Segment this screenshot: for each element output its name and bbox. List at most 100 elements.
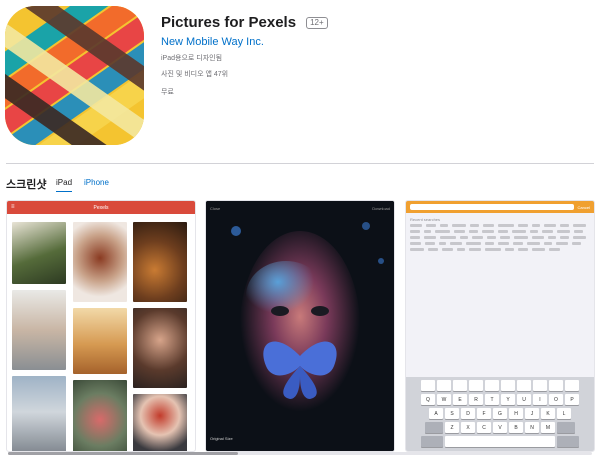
keyboard-key-m[interactable]: M — [541, 422, 555, 433]
shift-key[interactable] — [425, 422, 443, 433]
keyboard-key-a[interactable]: A — [429, 408, 443, 419]
suggestion-item[interactable] — [518, 224, 528, 227]
tab-ipad[interactable]: iPad — [56, 178, 73, 192]
suggestion-item[interactable] — [556, 242, 568, 245]
suggestion-item[interactable] — [527, 242, 540, 245]
numbers-key[interactable] — [421, 436, 443, 447]
suggestion-item[interactable] — [469, 248, 481, 251]
backspace-key[interactable] — [557, 422, 575, 433]
suggestion-item[interactable] — [573, 224, 586, 227]
keyboard-key-s[interactable]: S — [445, 408, 459, 419]
suggestion-item[interactable] — [469, 230, 478, 233]
suggestion-item[interactable] — [424, 230, 431, 233]
suggestion-item[interactable] — [410, 236, 420, 239]
suggestion-item[interactable] — [466, 242, 481, 245]
suggestion-item[interactable] — [424, 236, 436, 239]
keyboard-key-p[interactable]: P — [565, 394, 579, 405]
keyboard-key-o[interactable]: O — [549, 394, 563, 405]
cancel-button[interactable]: Cancel — [578, 205, 590, 210]
keyboard-key-v[interactable]: V — [493, 422, 507, 433]
suggestion-item[interactable] — [514, 236, 528, 239]
keyboard-key-q[interactable]: Q — [421, 394, 435, 405]
suggestion-item[interactable] — [440, 224, 448, 227]
keyboard-key[interactable] — [421, 380, 435, 391]
keyboard-key-i[interactable]: I — [533, 394, 547, 405]
close-button[interactable]: Close — [210, 206, 220, 211]
keyboard-key-b[interactable]: B — [509, 422, 523, 433]
suggestion-item[interactable] — [572, 242, 581, 245]
screenshot-1[interactable]: ≡ Pexels — [6, 200, 196, 452]
keyboard-key[interactable] — [549, 380, 563, 391]
suggestion-item[interactable] — [530, 230, 538, 233]
suggestion-item[interactable] — [560, 236, 569, 239]
suggestion-item[interactable] — [410, 224, 422, 227]
suggestion-item[interactable] — [512, 230, 526, 233]
developer-link[interactable]: New Mobile Way Inc. — [161, 36, 264, 48]
keyboard-key-u[interactable]: U — [517, 394, 531, 405]
tab-iphone[interactable]: iPhone — [84, 178, 109, 192]
suggestion-item[interactable] — [498, 230, 508, 233]
horizontal-scrollbar[interactable] — [8, 452, 592, 455]
suggestion-item[interactable] — [505, 248, 514, 251]
suggestion-item[interactable] — [410, 242, 421, 245]
keyboard-key-f[interactable]: F — [477, 408, 491, 419]
suggestion-item[interactable] — [500, 236, 510, 239]
suggestion-item[interactable] — [573, 236, 586, 239]
keyboard-key-l[interactable]: L — [557, 408, 571, 419]
suggestion-item[interactable] — [442, 248, 453, 251]
keyboard-key[interactable] — [565, 380, 579, 391]
space-key[interactable] — [445, 436, 555, 447]
keyboard-key-g[interactable]: G — [493, 408, 507, 419]
keyboard-key-e[interactable]: E — [453, 394, 467, 405]
keyboard-key-t[interactable]: T — [485, 394, 499, 405]
search-input[interactable] — [410, 204, 574, 210]
suggestion-item[interactable] — [472, 236, 483, 239]
keyboard-key-k[interactable]: K — [541, 408, 555, 419]
suggestion-item[interactable] — [560, 224, 569, 227]
keyboard-key-r[interactable]: R — [469, 394, 483, 405]
keyboard-key[interactable] — [533, 380, 547, 391]
suggestion-item[interactable] — [532, 248, 545, 251]
suggestion-item[interactable] — [487, 236, 496, 239]
suggestion-item[interactable] — [457, 248, 465, 251]
suggestion-item[interactable] — [460, 236, 468, 239]
screenshot-2[interactable]: Close Download Original Size — [205, 200, 395, 452]
keyboard-key-d[interactable]: D — [461, 408, 475, 419]
suggestion-item[interactable] — [440, 236, 456, 239]
suggestion-item[interactable] — [542, 230, 553, 233]
suggestion-item[interactable] — [482, 230, 494, 233]
suggestion-item[interactable] — [498, 242, 509, 245]
suggestion-item[interactable] — [470, 224, 479, 227]
suggestion-item[interactable] — [410, 230, 420, 233]
keyboard-key[interactable] — [469, 380, 483, 391]
suggestion-item[interactable] — [454, 230, 465, 233]
suggestion-item[interactable] — [452, 224, 466, 227]
screenshot-3[interactable]: Cancel Recent searches QWERTYUIOP ASDFGH… — [405, 200, 595, 452]
suggestion-item[interactable] — [439, 242, 446, 245]
category-ranking[interactable]: 사진 및 비디오 앱 47위 — [161, 69, 228, 79]
suggestion-item[interactable] — [574, 230, 583, 233]
keyboard-key-c[interactable]: C — [477, 422, 491, 433]
suggestion-item[interactable] — [483, 224, 494, 227]
suggestion-item[interactable] — [513, 242, 523, 245]
suggestion-item[interactable] — [549, 248, 560, 251]
keyboard-key-h[interactable]: H — [509, 408, 523, 419]
download-button[interactable]: Download — [372, 206, 390, 211]
keyboard-key-y[interactable]: Y — [501, 394, 515, 405]
scroll-thumb[interactable] — [8, 452, 238, 455]
return-key[interactable] — [557, 436, 579, 447]
suggestion-item[interactable] — [532, 224, 540, 227]
suggestion-item[interactable] — [498, 224, 514, 227]
suggestion-item[interactable] — [544, 242, 552, 245]
keyboard-key-w[interactable]: W — [437, 394, 451, 405]
keyboard-key[interactable] — [517, 380, 531, 391]
keyboard-key[interactable] — [453, 380, 467, 391]
keyboard-key-n[interactable]: N — [525, 422, 539, 433]
suggestion-item[interactable] — [532, 236, 544, 239]
suggestion-item[interactable] — [518, 248, 528, 251]
suggestion-item[interactable] — [557, 230, 570, 233]
keyboard-key-x[interactable]: X — [461, 422, 475, 433]
keyboard-key-z[interactable]: Z — [445, 422, 459, 433]
keyboard-key[interactable] — [501, 380, 515, 391]
suggestion-item[interactable] — [428, 248, 438, 251]
